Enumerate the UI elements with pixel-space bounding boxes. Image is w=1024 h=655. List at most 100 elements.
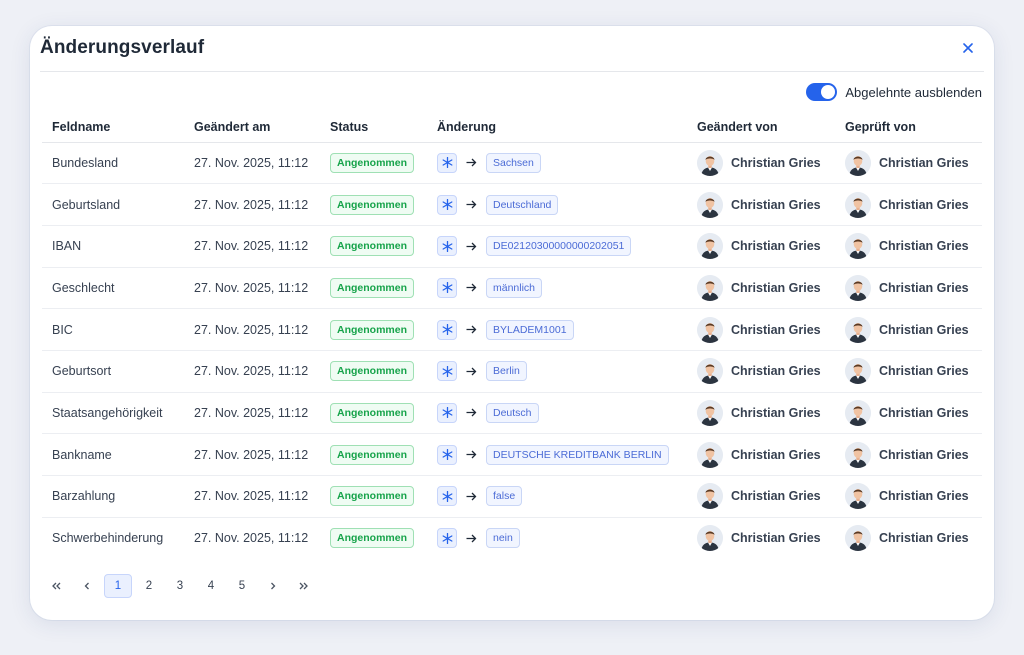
checked-by-name: Christian Gries xyxy=(879,405,969,420)
new-value-chip: nein xyxy=(486,528,520,549)
page-button-1[interactable]: 1 xyxy=(104,574,132,598)
changed-by-cell: Christian Gries xyxy=(687,392,835,435)
page-button-2[interactable]: 2 xyxy=(135,574,163,598)
changed-at: 27. Nov. 2025, 11:12 xyxy=(194,197,309,212)
status-badge: Angenommen xyxy=(330,277,415,298)
field-name: IBAN xyxy=(52,239,82,254)
user-avatar-icon xyxy=(845,441,871,468)
changed-at-cell: 27. Nov. 2025, 11:12 xyxy=(184,433,320,476)
changed-by-cell: Christian Gries xyxy=(687,183,835,226)
hide-rejected-toggle[interactable] xyxy=(806,83,838,101)
status-badge: Angenommen xyxy=(330,402,415,423)
table-row: IBAN 27. Nov. 2025, 11:12 Angenommen DE0212… xyxy=(42,225,982,268)
changed-by-cell: Christian Gries xyxy=(687,308,835,351)
changed-by-name: Christian Gries xyxy=(731,280,821,295)
new-value-chip: BYLADEM1001 xyxy=(486,319,574,340)
prev-page-button[interactable] xyxy=(73,574,101,598)
changed-at: 27. Nov. 2025, 11:12 xyxy=(194,239,309,254)
next-page-button[interactable] xyxy=(259,574,287,598)
change-cell: Deutschland xyxy=(427,183,687,226)
arrow-right-icon xyxy=(466,408,477,417)
status-cell: Angenommen xyxy=(320,267,427,310)
status-cell: Angenommen xyxy=(320,183,427,226)
checked-by-name: Christian Gries xyxy=(879,239,969,254)
status-cell: Angenommen xyxy=(320,475,427,518)
avatar xyxy=(697,149,723,176)
checked-by-name: Christian Gries xyxy=(879,489,969,504)
checked-by-user: Christian Gries xyxy=(845,358,982,385)
change-history-modal: Änderungsverlauf Abgelehnte ausblenden F… xyxy=(30,26,994,620)
first-page-button[interactable] xyxy=(42,574,70,598)
field-name-cell: Bankname xyxy=(42,433,184,476)
asterisk-icon xyxy=(437,402,457,423)
page-button-4[interactable]: 4 xyxy=(197,574,225,598)
changed-by-user: Christian Gries xyxy=(697,191,835,218)
page-button-3[interactable]: 3 xyxy=(166,574,194,598)
changed-by-user: Christian Gries xyxy=(697,316,835,343)
table-row: Schwerbehinderung 27. Nov. 2025, 11:12 Ang… xyxy=(42,517,982,559)
avatar xyxy=(697,274,723,301)
changed-at: 27. Nov. 2025, 11:12 xyxy=(194,405,309,420)
checked-by-user: Christian Gries xyxy=(845,441,982,468)
checked-by-name: Christian Gries xyxy=(879,322,969,337)
changed-by-name: Christian Gries xyxy=(731,155,821,170)
checked-by-cell: Christian Gries xyxy=(835,308,982,351)
changed-at-cell: 27. Nov. 2025, 11:12 xyxy=(184,183,320,226)
change-cell: Deutsch xyxy=(427,392,687,435)
change-cell: nein xyxy=(427,517,687,559)
user-avatar-icon xyxy=(697,399,723,426)
chevron-left-icon xyxy=(84,582,89,590)
table-row: Bankname 27. Nov. 2025, 11:12 Angenommen DE… xyxy=(42,433,982,476)
field-name-cell: Schwerbehinderung xyxy=(42,517,184,559)
user-avatar-icon xyxy=(697,149,723,176)
checked-by-user: Christian Gries xyxy=(845,191,982,218)
table-row: Staatsangehörigkeit 27. Nov. 2025, 11:12 A… xyxy=(42,392,982,435)
modal-header: Änderungsverlauf xyxy=(40,26,984,72)
field-name-cell: BIC xyxy=(42,308,184,351)
avatar xyxy=(845,316,871,343)
asterisk-icon xyxy=(437,319,457,340)
change-detail: Sachsen xyxy=(437,152,687,173)
last-page-button[interactable] xyxy=(290,574,318,598)
col-header-changed-by: Geändert von xyxy=(687,112,835,143)
chevron-right-icon xyxy=(271,582,276,590)
avatar xyxy=(845,441,871,468)
status-badge: Angenommen xyxy=(330,486,415,507)
user-avatar-icon xyxy=(697,274,723,301)
changed-at-cell: 27. Nov. 2025, 11:12 xyxy=(184,308,320,351)
field-name: Bankname xyxy=(52,447,112,462)
double-chevron-left-icon xyxy=(52,582,61,590)
arrow-right-icon xyxy=(466,534,477,543)
asterisk-icon xyxy=(437,361,457,382)
checked-by-name: Christian Gries xyxy=(879,155,969,170)
checked-by-name: Christian Gries xyxy=(879,280,969,295)
changed-at-cell: 27. Nov. 2025, 11:12 xyxy=(184,517,320,559)
checked-by-cell: Christian Gries xyxy=(835,267,982,310)
change-cell: DE02120300000000202051 xyxy=(427,225,687,268)
field-name-cell: Bundesland xyxy=(42,142,184,185)
change-cell: BYLADEM1001 xyxy=(427,308,687,351)
changed-by-user: Christian Gries xyxy=(697,233,835,260)
changed-by-user: Christian Gries xyxy=(697,149,835,176)
field-name: Geburtsland xyxy=(52,197,121,212)
changed-at: 27. Nov. 2025, 11:12 xyxy=(194,322,309,337)
user-avatar-icon xyxy=(845,274,871,301)
col-header-status: Status xyxy=(320,112,427,143)
user-avatar-icon xyxy=(845,316,871,343)
changed-at-cell: 27. Nov. 2025, 11:12 xyxy=(184,225,320,268)
changed-at: 27. Nov. 2025, 11:12 xyxy=(194,447,309,462)
checked-by-user: Christian Gries xyxy=(845,483,982,510)
user-avatar-icon xyxy=(845,358,871,385)
page-button-5[interactable]: 5 xyxy=(228,574,256,598)
checked-by-cell: Christian Gries xyxy=(835,392,982,435)
close-button[interactable] xyxy=(958,38,978,58)
checked-by-user: Christian Gries xyxy=(845,399,982,426)
table-body: Bundesland 27. Nov. 2025, 11:12 Angenommen… xyxy=(42,142,982,559)
changed-by-name: Christian Gries xyxy=(731,405,821,420)
status-cell: Angenommen xyxy=(320,308,427,351)
changed-at-cell: 27. Nov. 2025, 11:12 xyxy=(184,267,320,310)
changed-by-cell: Christian Gries xyxy=(687,433,835,476)
changed-by-name: Christian Gries xyxy=(731,364,821,379)
history-table: Feldname Geändert am Status Änderung Geä… xyxy=(42,112,982,559)
arrow-right-icon xyxy=(466,450,477,459)
